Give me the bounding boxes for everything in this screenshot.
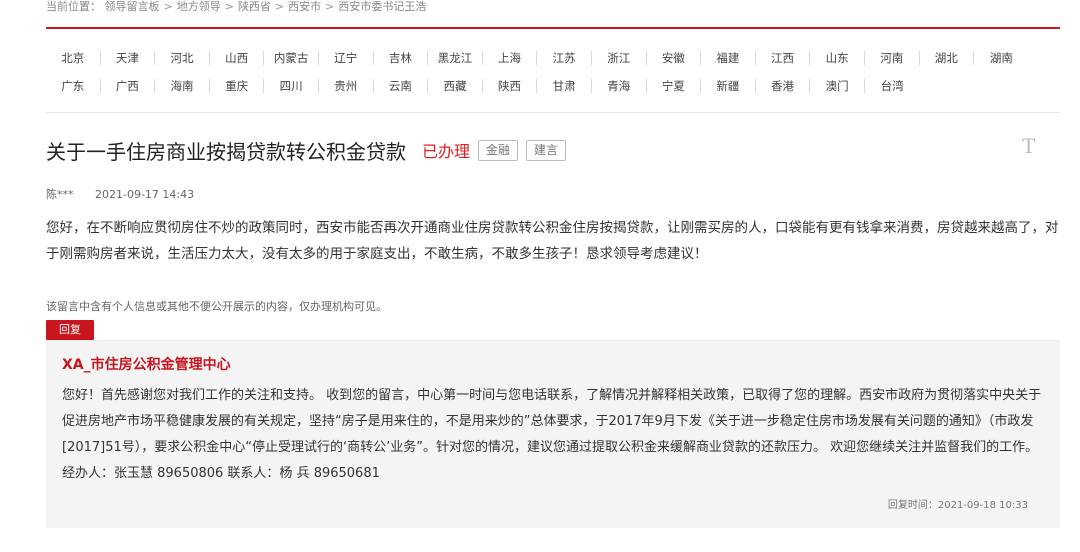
province-link[interactable]: 北京	[46, 51, 101, 65]
tag-suggestion[interactable]: 建言	[526, 139, 567, 161]
province-link[interactable]: 陕西	[483, 79, 538, 93]
status-badge: 已办理	[422, 142, 471, 161]
reply-org: XA_市住房公积金管理中心	[62, 357, 231, 373]
reply-label: 回复	[46, 320, 94, 340]
post-body: 您好，在不断响应贯彻房住不炒的政策同时，西安市能否再次开通商业住房贷款转公积金住…	[46, 220, 1059, 262]
province-link[interactable]: 四川	[264, 79, 319, 93]
reply-time-label: 回复时间：	[887, 500, 938, 511]
breadcrumb-item: 西安市委书记王浩	[338, 0, 427, 13]
breadcrumb-item[interactable]: 陕西省	[238, 0, 271, 13]
breadcrumb-separator: >	[224, 0, 234, 13]
breadcrumb-item[interactable]: 西安市	[288, 0, 321, 13]
province-link[interactable]: 浙江	[592, 51, 647, 65]
province-link[interactable]: 吉林	[374, 51, 429, 65]
province-link[interactable]: 云南	[374, 79, 429, 93]
breadcrumb-separator: >	[325, 0, 335, 13]
breadcrumb-prefix: 当前位置：	[46, 0, 101, 13]
province-nav: 北京 天津 河北 山西 内蒙古 辽宁 吉林 黑龙江 上海 江苏 浙江 安徽 福建 江西 山东 河南 湖北 湖南 广…	[46, 44, 1060, 100]
province-link[interactable]: 山西	[210, 51, 265, 65]
province-row: 北京 天津 河北 山西 内蒙古 辽宁 吉林 黑龙江 上海 江苏 浙江 安徽 福建 江西 山东 河南 湖北 湖南	[46, 44, 1060, 72]
province-link[interactable]: 广西	[101, 79, 156, 93]
breadcrumb-item[interactable]: 领导留言板	[105, 0, 160, 13]
province-link[interactable]: 福建	[701, 51, 756, 65]
post-title-row: 关于一手住房商业按揭贷款转公积金贷款 已办理 金融 建言	[46, 136, 567, 164]
province-link[interactable]: 辽宁	[319, 51, 374, 65]
breadcrumb: 当前位置： 领导留言板 > 地方领导 > 陕西省 > 西安市 > 西安市委书记王浩	[46, 0, 426, 14]
post-author: 陈***	[46, 188, 74, 201]
province-link[interactable]: 内蒙古	[264, 51, 319, 65]
province-link[interactable]: 上海	[483, 51, 538, 65]
post-meta: 陈*** 2021-09-17 14:43	[46, 186, 194, 202]
province-link[interactable]: 青海	[592, 79, 647, 93]
province-link[interactable]: 江苏	[537, 51, 592, 65]
reply-time: 回复时间：2021-09-18 10:33	[888, 496, 1028, 511]
privacy-notice: 该留言中含有个人信息或其他不便公开展示的内容，仅办理机构可见。	[46, 300, 387, 313]
reply-text: 您好！首先感谢您对我们工作的关注和支持。 收到您的留言，中心第一时间与您电话联系…	[62, 388, 1042, 481]
province-link[interactable]: 香港	[756, 79, 811, 93]
province-link[interactable]: 黑龙江	[428, 51, 483, 65]
province-link[interactable]: 新疆	[701, 79, 756, 93]
province-link[interactable]: 安徽	[647, 51, 702, 65]
province-link[interactable]: 甘肃	[537, 79, 592, 93]
reply-box: XA_市住房公积金管理中心 您好！首先感谢您对我们工作的关注和支持。 收到您的留…	[46, 340, 1060, 528]
province-link[interactable]: 广东	[46, 79, 101, 93]
breadcrumb-separator: >	[274, 0, 285, 13]
post-date: 2021-09-17 14:43	[95, 188, 195, 201]
province-link[interactable]: 贵州	[319, 79, 374, 93]
province-link[interactable]: 江西	[756, 51, 811, 65]
province-link[interactable]: 澳门	[810, 79, 865, 93]
province-link[interactable]: 宁夏	[647, 79, 702, 93]
province-link[interactable]: 湖南	[974, 51, 1029, 65]
page-title: 关于一手住房商业按揭贷款转公积金贷款	[46, 139, 406, 164]
province-divider	[46, 112, 1060, 113]
province-link[interactable]: 重庆	[210, 79, 265, 93]
breadcrumb-separator: >	[163, 0, 173, 13]
font-size-icon[interactable]: T	[1022, 134, 1035, 158]
province-link[interactable]: 山东	[810, 51, 865, 65]
header-divider	[46, 27, 1060, 29]
province-link[interactable]: 湖北	[920, 51, 975, 65]
province-row: 广东 广西 海南 重庆 四川 贵州 云南 西藏 陕西 甘肃 青海 宁夏 新疆 香港 澳门 台湾	[46, 72, 1060, 100]
province-link[interactable]: 河南	[865, 51, 920, 65]
province-link[interactable]: 台湾	[865, 79, 920, 93]
province-link[interactable]: 天津	[101, 51, 156, 65]
tag-finance[interactable]: 金融	[478, 139, 519, 161]
page: 当前位置： 领导留言板 > 地方领导 > 陕西省 > 西安市 > 西安市委书记王浩 北京 天津 河北…	[0, 0, 1080, 552]
province-link[interactable]: 河北	[155, 51, 210, 65]
reply-time-value: 2021-09-18 10:33	[937, 500, 1028, 511]
breadcrumb-item[interactable]: 地方领导	[177, 0, 221, 13]
province-link[interactable]: 海南	[155, 79, 210, 93]
province-link[interactable]: 西藏	[428, 79, 483, 93]
